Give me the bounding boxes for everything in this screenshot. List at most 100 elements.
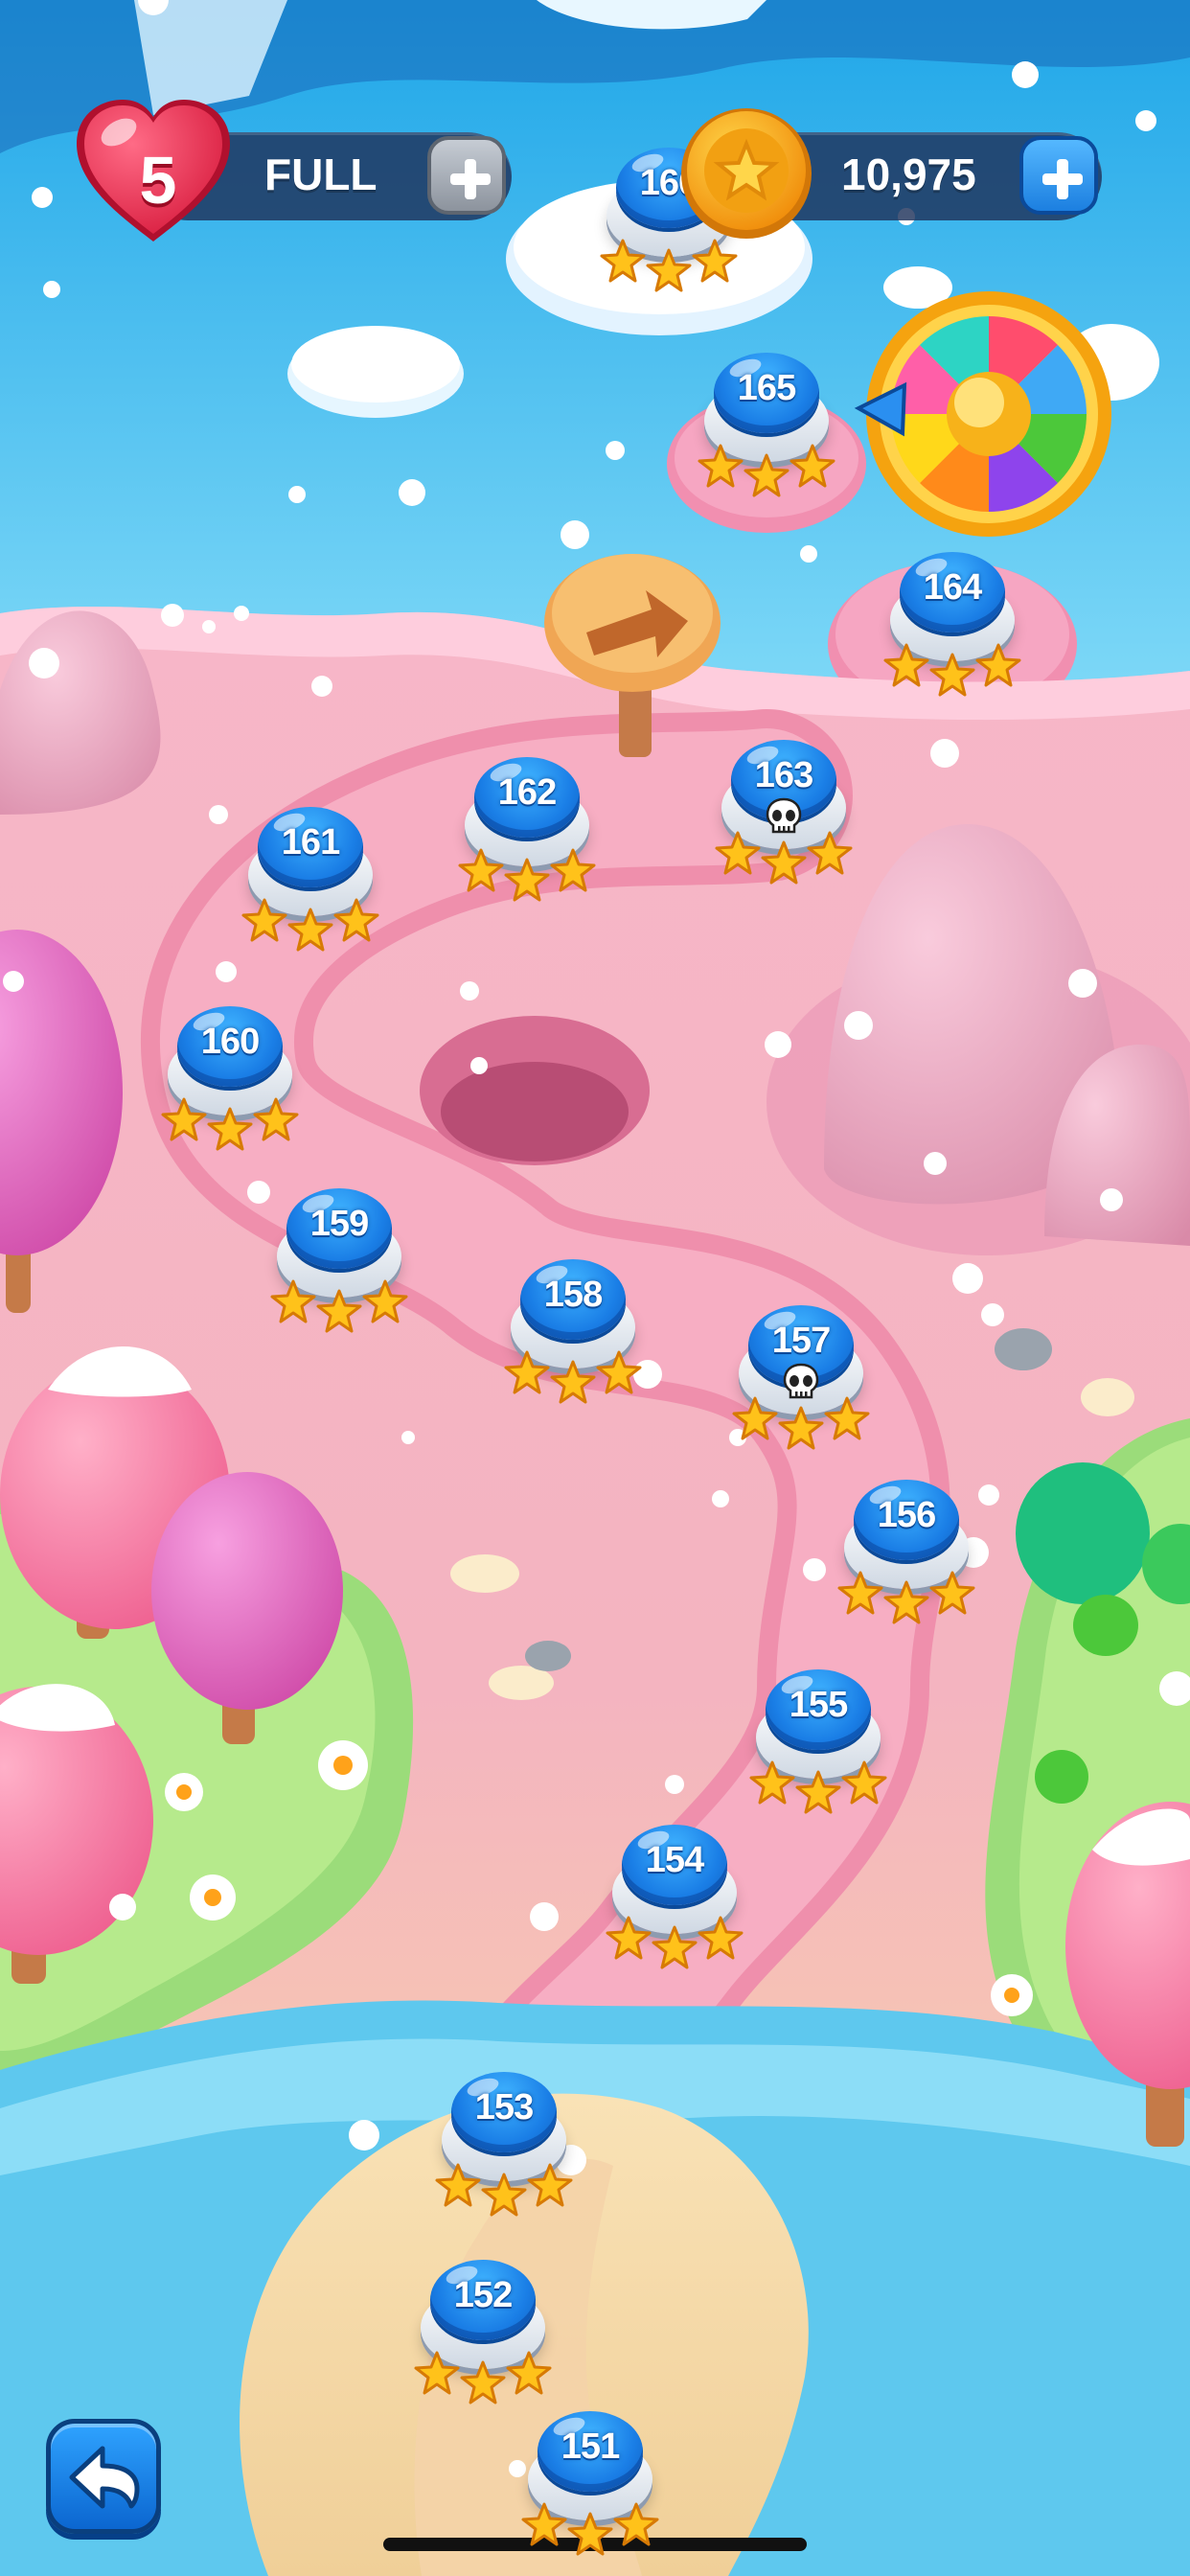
level-button-163[interactable]: 163 [715, 740, 853, 885]
star-icon [841, 1760, 887, 1805]
star-icon [481, 2173, 527, 2217]
level-number: 159 [309, 1204, 369, 1244]
star-icon [316, 1289, 362, 1333]
star-icon [795, 1770, 841, 1814]
star-icon [929, 653, 975, 697]
level-stars [428, 2154, 580, 2217]
level-number: 156 [877, 1495, 936, 1535]
skull-icon [766, 797, 802, 834]
level-stars [877, 634, 1028, 697]
back-arrow-icon [69, 2446, 140, 2509]
level-number: 165 [737, 368, 796, 408]
level-button-151[interactable]: 151 [521, 2411, 659, 2556]
coin-balance: 10,975 [841, 150, 976, 199]
level-number: 163 [754, 755, 813, 795]
add-lives-button[interactable] [427, 136, 506, 215]
level-button-153[interactable]: 153 [435, 2072, 573, 2217]
star-icon [207, 1107, 253, 1151]
star-icon [414, 2351, 460, 2395]
lives-count: 5 [139, 143, 177, 218]
level-stars [451, 840, 603, 902]
level-stars [599, 1907, 750, 1969]
star-icon [749, 1760, 795, 1805]
level-number: 154 [645, 1840, 704, 1880]
star-icon [929, 1571, 975, 1615]
level-number: 160 [200, 1022, 260, 1062]
star-icon [744, 453, 790, 497]
star-icon [600, 239, 646, 283]
level-stars [593, 230, 744, 292]
star-icon [270, 1279, 316, 1323]
star-icon [161, 1097, 207, 1141]
star-icon [646, 248, 692, 292]
star-icon [241, 898, 287, 942]
level-number: 155 [789, 1685, 848, 1725]
level-button-157[interactable]: 157 [732, 1305, 870, 1450]
level-button-165[interactable]: 165 [698, 353, 835, 497]
star-icon [698, 1916, 744, 1960]
level-number: 161 [281, 822, 340, 862]
star-icon [521, 2502, 567, 2546]
level-button-164[interactable]: 164 [883, 552, 1021, 697]
level-button-152[interactable]: 152 [414, 2260, 552, 2404]
star-icon [824, 1396, 870, 1440]
level-number: 157 [771, 1321, 831, 1361]
star-icon [506, 2351, 552, 2395]
level-stars [154, 1089, 306, 1151]
level-number: 162 [497, 772, 557, 813]
star-icon [883, 643, 929, 687]
level-stars [743, 1752, 894, 1814]
level-button-162[interactable]: 162 [458, 757, 596, 902]
star-icon [883, 1580, 929, 1624]
add-coins-button[interactable] [1019, 136, 1098, 215]
level-stars [235, 889, 386, 952]
back-button[interactable] [46, 2419, 161, 2534]
level-stars [407, 2342, 559, 2404]
star-icon [253, 1097, 299, 1141]
star-icon [550, 1360, 596, 1404]
star-icon [435, 2163, 481, 2207]
star-icon [698, 444, 744, 488]
level-stars [263, 1271, 415, 1333]
star-icon [790, 444, 835, 488]
star-icon [333, 898, 379, 942]
star-icon [550, 848, 596, 892]
star-icon [778, 1406, 824, 1450]
level-stars [691, 435, 842, 497]
star-icon [458, 848, 504, 892]
star-icon [732, 1396, 778, 1440]
star-icon [460, 2360, 506, 2404]
star-coin-icon [681, 108, 812, 239]
star-icon [287, 908, 333, 952]
level-number: 151 [561, 2426, 620, 2467]
level-stars [515, 2494, 666, 2556]
level-button-160[interactable]: 160 [161, 1006, 299, 1151]
star-icon [527, 2163, 573, 2207]
level-number: 164 [923, 567, 982, 608]
level-number: 152 [453, 2275, 513, 2315]
star-icon [692, 239, 738, 283]
star-icon [715, 831, 761, 875]
level-number: 153 [474, 2087, 534, 2128]
skull-icon [783, 1363, 819, 1399]
star-icon [567, 2512, 613, 2556]
star-icon [362, 1279, 408, 1323]
level-number: 158 [543, 1275, 603, 1315]
star-icon [975, 643, 1021, 687]
level-button-155[interactable]: 155 [749, 1669, 887, 1814]
level-stars [831, 1562, 982, 1624]
star-icon [761, 840, 807, 885]
level-button-158[interactable]: 158 [504, 1259, 642, 1404]
star-icon [837, 1571, 883, 1615]
level-button-159[interactable]: 159 [270, 1188, 408, 1333]
level-button-161[interactable]: 161 [241, 807, 379, 952]
lives-status: FULL [264, 150, 378, 199]
star-icon [504, 1350, 550, 1394]
star-icon [613, 2502, 659, 2546]
level-stars [497, 1342, 649, 1404]
level-button-156[interactable]: 156 [837, 1480, 975, 1624]
star-icon [807, 831, 853, 875]
star-icon [606, 1916, 652, 1960]
star-icon [596, 1350, 642, 1394]
level-button-154[interactable]: 154 [606, 1825, 744, 1969]
